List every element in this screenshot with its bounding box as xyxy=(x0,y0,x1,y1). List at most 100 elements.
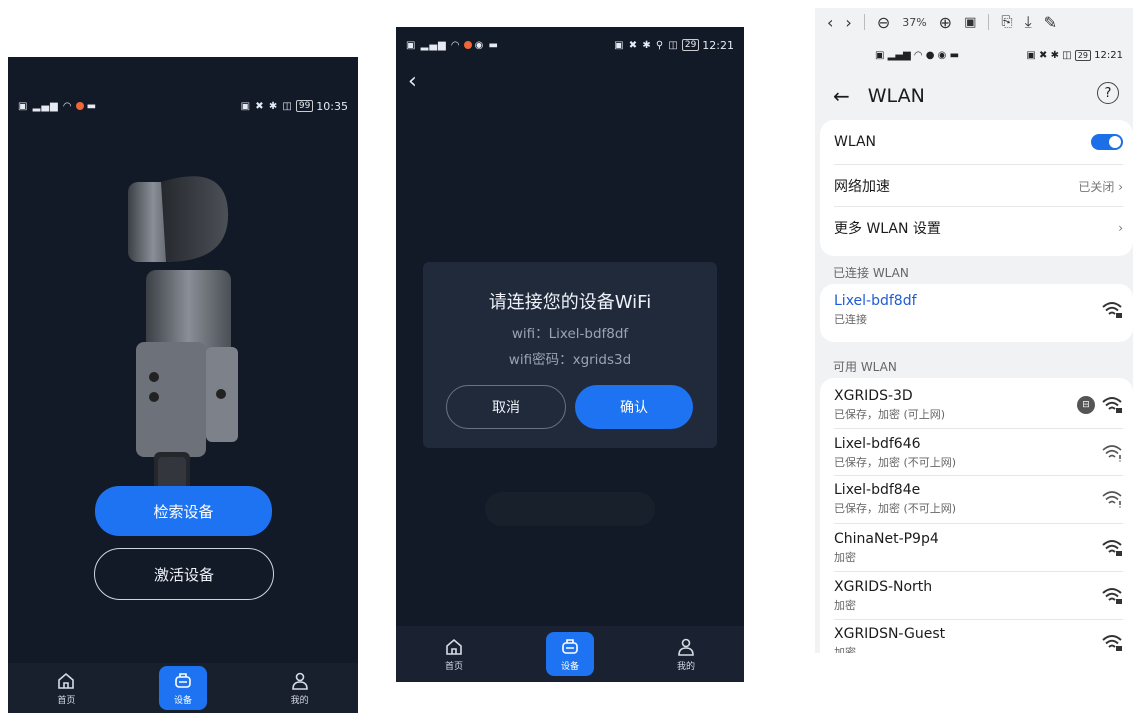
toolbar-divider xyxy=(988,14,990,30)
tab-me-label: 我的 xyxy=(290,695,309,706)
divider xyxy=(834,428,1123,429)
viewer-toolbar: ‹ › ⊖ 37% ⊕ ▣ ⎘ ⤓ ✎ xyxy=(815,8,1133,36)
back-arrow-icon[interactable]: ← xyxy=(833,84,850,108)
wlan-label: WLAN xyxy=(834,134,877,150)
screen-device-search: ▣ ▂▄▆ ◠ ▬ ▣ ✖ ✱ ◫ 99 10:35 检索设备 激活设备 首页 … xyxy=(8,57,358,713)
network-row[interactable]: Lixel-bdf646 已保存，加密 (不可上网) xyxy=(834,436,1123,470)
network-name: ChinaNet-P9p4 xyxy=(834,531,939,547)
network-row[interactable]: XGRIDSN-Guest 加密 xyxy=(834,626,1123,653)
tab-home[interactable]: 首页 xyxy=(42,666,90,710)
back-arrow-icon[interactable]: ‹ xyxy=(408,69,417,94)
screen-wifi-dialog: ▣ ▂▄▆ ◠ ◉ ▬ ▣ ✖ ✱ ⚲ ◫ 29 12:21 ‹ 请连接您的设备… xyxy=(396,27,744,682)
tab-device[interactable]: 设备 xyxy=(158,666,207,710)
scanner-device-image xyxy=(128,176,238,514)
tab-me-label: 我的 xyxy=(676,661,695,672)
connect-wifi-dialog: 请连接您的设备WiFi wifi：Lixel-bdf8df wifi密码：xgr… xyxy=(423,262,717,448)
page-header: ← WLAN xyxy=(833,84,925,108)
confirm-button[interactable]: 确认 xyxy=(575,385,693,429)
wifi-locked-icon xyxy=(1102,588,1122,604)
edit-icon[interactable]: ✎ xyxy=(1044,13,1057,32)
more-wlan-settings-label: 更多 WLAN 设置 xyxy=(834,221,941,237)
connected-network-status: 已连接 xyxy=(834,313,867,326)
status-time: 12:21 xyxy=(1094,49,1123,61)
status-time: 12:21 xyxy=(702,38,734,52)
status-bar: ▣ ▂▄▆ ◠ ● ◉ ▬ ▣ ✖ ✱ ◫ 29 12:21 xyxy=(815,46,1133,64)
divider xyxy=(834,571,1123,572)
nfc-icon: ▣ ✖ ✱ ⚲ ◫ xyxy=(614,39,679,51)
connected-network-row[interactable]: Lixel-bdf8df 已连接 xyxy=(834,293,1123,327)
app-icon: ◉ ▬ xyxy=(474,39,499,51)
signal-icon: ▣ ▂▄▆ ◠ xyxy=(18,100,73,112)
divider xyxy=(834,523,1123,524)
chevron-right-icon: › xyxy=(1118,179,1123,194)
zoom-out-icon[interactable]: ⊖ xyxy=(877,13,890,32)
more-wlan-settings-row[interactable]: 更多 WLAN 设置 › xyxy=(834,218,1123,238)
wifi-locked-icon xyxy=(1102,302,1122,318)
user-icon xyxy=(291,672,308,690)
network-name: Lixel-bdf84e xyxy=(834,482,921,498)
dialog-title: 请连接您的设备WiFi xyxy=(488,292,652,313)
device-icon xyxy=(562,638,578,654)
nfc-icon: ▣ ✖ ✱ ◫ xyxy=(240,100,293,112)
tab-me[interactable]: 我的 xyxy=(276,666,324,710)
network-status: 加密 xyxy=(834,599,856,612)
rotate-icon[interactable]: ⎘ xyxy=(1001,14,1012,30)
home-icon xyxy=(446,638,462,655)
network-acceleration-row[interactable]: 网络加速 已关闭 › xyxy=(834,176,1123,196)
network-name: XGRIDS-North xyxy=(834,579,933,595)
screen-wlan-settings: ‹ › ⊖ 37% ⊕ ▣ ⎘ ⤓ ✎ ▣ ▂▄▆ ◠ ● ◉ ▬ ▣ ✖ ✱ … xyxy=(815,8,1133,653)
dialog-wifi-name: wifi：Lixel-bdf8df xyxy=(511,326,629,342)
status-bar: ▣ ▂▄▆ ◠ ◉ ▬ ▣ ✖ ✱ ⚲ ◫ 29 12:21 xyxy=(396,32,744,58)
network-status: 加密 xyxy=(834,551,856,564)
settings-card: WLAN 网络加速 已关闭 › 更多 WLAN 设置 › xyxy=(820,120,1133,256)
zoom-level: 37% xyxy=(902,15,927,29)
connected-section-header: 已连接 WLAN xyxy=(833,266,909,280)
wifi-no-internet-icon xyxy=(1102,445,1122,462)
app-icon: ▬ xyxy=(86,100,98,112)
status-bar: ▣ ▂▄▆ ◠ ▬ ▣ ✖ ✱ ◫ 99 10:35 xyxy=(8,93,358,119)
battery-indicator: 99 xyxy=(295,100,314,112)
available-section-header: 可用 WLAN xyxy=(833,360,897,374)
bottom-tab-bar: 首页 设备 我的 xyxy=(8,663,358,713)
search-device-button[interactable]: 检索设备 xyxy=(95,486,272,536)
zoom-in-icon[interactable]: ⊕ xyxy=(939,13,952,32)
network-acceleration-label: 网络加速 xyxy=(834,179,890,195)
wifi-no-internet-icon xyxy=(1102,491,1122,508)
network-row[interactable]: XGRIDS-3D 已保存，加密 (可上网) ⊟ xyxy=(834,388,1123,422)
network-row[interactable]: XGRIDS-North 加密 xyxy=(834,579,1123,613)
notification-icon xyxy=(463,41,472,49)
dialog-wifi-password: wifi密码：xgrids3d xyxy=(508,352,632,368)
download-icon[interactable]: ⤓ xyxy=(1025,12,1032,32)
network-status: 已保存，加密 (不可上网) xyxy=(834,502,957,515)
tab-home-label: 首页 xyxy=(57,695,76,706)
network-status: 已保存，加密 (可上网) xyxy=(834,408,946,421)
cancel-button[interactable]: 取消 xyxy=(446,385,566,429)
background-button xyxy=(485,492,655,526)
chevron-right-icon: › xyxy=(1118,221,1123,235)
bottom-tab-bar: 首页 设备 我的 xyxy=(396,626,744,682)
actual-size-icon[interactable]: ▣ xyxy=(964,15,976,30)
prev-icon[interactable]: ‹ xyxy=(827,13,833,32)
wlan-toggle[interactable] xyxy=(1091,134,1123,150)
next-icon[interactable]: › xyxy=(845,13,851,32)
wifi-locked-icon xyxy=(1102,397,1122,413)
network-status: 加密 xyxy=(834,646,856,653)
battery-indicator: 29 xyxy=(1074,49,1091,61)
wlan-toggle-row[interactable]: WLAN xyxy=(834,134,1123,150)
network-acceleration-value: 已关闭 xyxy=(1078,179,1115,194)
activate-device-button[interactable]: 激活设备 xyxy=(94,548,274,600)
status-time: 10:35 xyxy=(316,99,348,113)
tab-device[interactable]: 设备 xyxy=(546,632,594,676)
divider xyxy=(834,164,1123,165)
divider xyxy=(834,619,1123,620)
tab-home[interactable]: 首页 xyxy=(430,632,478,676)
router-icon: ⊟ xyxy=(1077,396,1095,414)
help-icon[interactable]: ? xyxy=(1097,82,1119,104)
network-row[interactable]: Lixel-bdf84e 已保存，加密 (不可上网) xyxy=(834,482,1123,516)
network-row[interactable]: ChinaNet-P9p4 加密 xyxy=(834,531,1123,565)
toolbar-divider xyxy=(863,14,865,30)
connected-card: Lixel-bdf8df 已连接 xyxy=(820,284,1133,342)
network-name: XGRIDSN-Guest xyxy=(834,626,946,642)
tab-me[interactable]: 我的 xyxy=(662,632,710,676)
tab-device-label: 设备 xyxy=(173,695,192,706)
